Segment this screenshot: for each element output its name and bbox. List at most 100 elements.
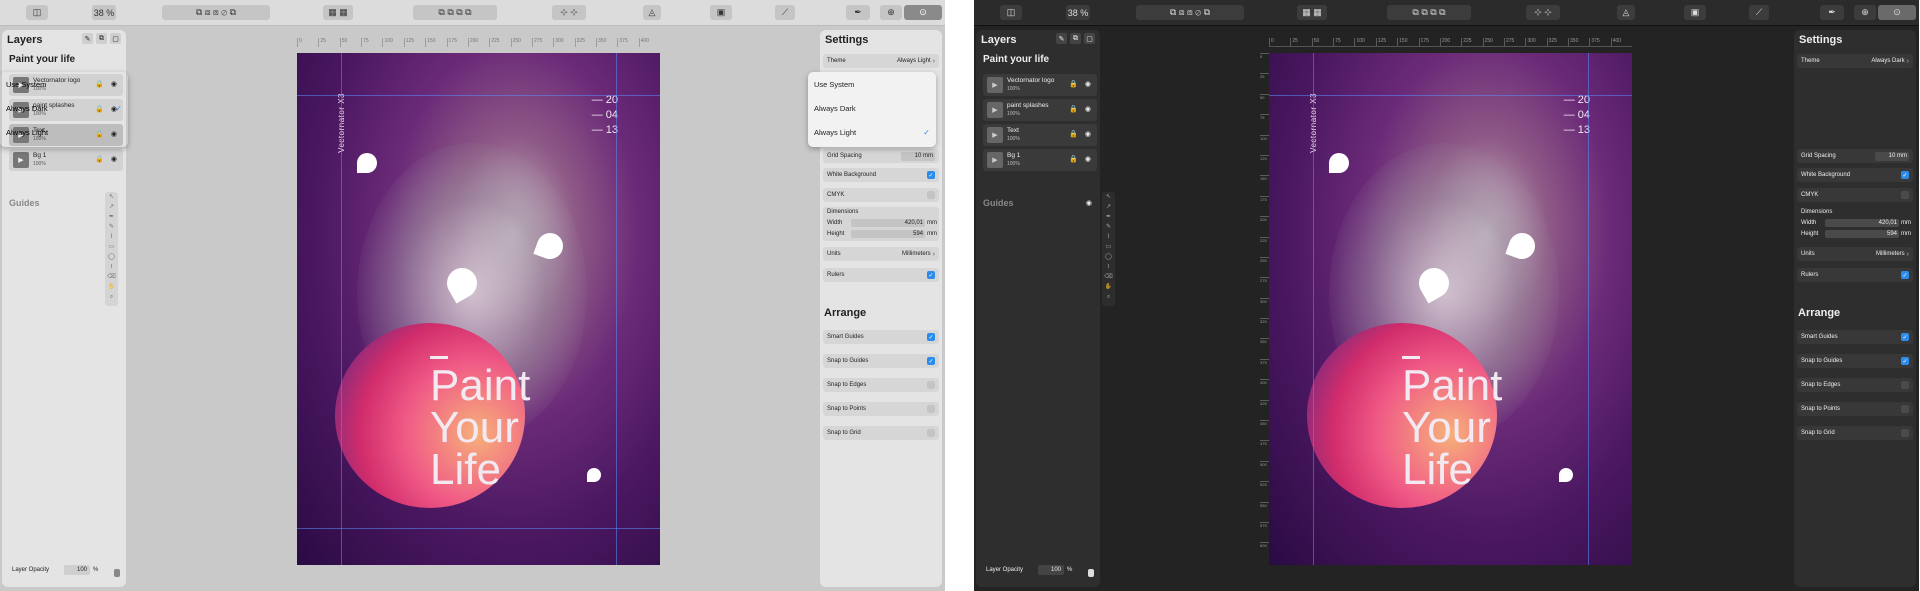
select-tool-icon[interactable]: ↖ — [105, 192, 118, 202]
rulers-checkbox[interactable]: ✓ — [1901, 271, 1909, 279]
menu-item-use-system[interactable]: Use System — [0, 72, 128, 96]
snap-edges-checkbox[interactable] — [927, 381, 935, 389]
image-icon[interactable]: ▣ — [1684, 5, 1706, 20]
layers-toggle-icon[interactable]: ◫ — [1000, 5, 1022, 20]
lock-icon[interactable]: 🔒 — [95, 155, 104, 163]
guide-line[interactable] — [341, 53, 342, 565]
lock-icon[interactable]: 🔒 — [1069, 105, 1078, 113]
shape-tool-icon[interactable]: ▭ — [105, 242, 118, 252]
eye-icon[interactable]: ◉ — [1085, 130, 1091, 138]
lock-icon[interactable]: 🔒 — [1069, 155, 1078, 163]
path-icon[interactable]: ⟋ — [1749, 5, 1769, 20]
image-icon[interactable]: ▣ — [710, 5, 732, 20]
snap-edges-checkbox[interactable] — [1901, 381, 1909, 389]
layer-row[interactable]: ▶ Bg 1 100% 🔒 ◉ — [983, 149, 1097, 171]
layer-opacity-input[interactable]: 100 — [64, 565, 90, 575]
play-icon[interactable]: ▶ — [987, 152, 1003, 168]
brush-tool-icon[interactable]: ⌇ — [105, 232, 118, 242]
smart-guides-checkbox[interactable]: ✓ — [1901, 333, 1909, 341]
eye-icon[interactable]: ◉ — [1085, 80, 1091, 88]
path-icon[interactable]: ⟋ — [775, 5, 795, 20]
artboard-canvas[interactable]: Vectornator X3 20 04 13 Paint Your Life — [297, 53, 660, 565]
zoom-tool-icon[interactable]: ⌕ — [1102, 292, 1115, 302]
grid-spacing-input[interactable]: 10 mm — [901, 151, 935, 161]
guide-line[interactable] — [1313, 53, 1314, 565]
text-tool-icon[interactable]: T — [105, 262, 118, 272]
theme-row[interactable]: Theme Always Light › — [823, 54, 939, 68]
cmyk-checkbox[interactable] — [927, 191, 935, 199]
layer-row[interactable]: ▶ paint splashes 100% 🔒 ◉ — [983, 99, 1097, 121]
layer-opacity-input[interactable]: 100 — [1038, 565, 1064, 575]
ellipse-tool-icon[interactable]: ◯ — [105, 252, 118, 262]
eye-icon[interactable]: ◉ — [111, 155, 117, 163]
pen-tool-icon[interactable]: ✒ — [105, 212, 118, 222]
height-input[interactable]: 594 — [851, 229, 925, 238]
play-icon[interactable]: ▶ — [987, 77, 1003, 93]
menu-item-always-dark[interactable]: Always Dark ✓ — [0, 96, 128, 120]
arrange-group[interactable]: ⧉ ⧉ ⧉ ⧉ — [413, 5, 497, 20]
white-background-checkbox[interactable]: ✓ — [927, 171, 935, 179]
snap-points-checkbox[interactable] — [1901, 405, 1909, 413]
width-input[interactable]: 420,01 — [1825, 218, 1899, 227]
pencil-tool-icon[interactable]: ✎ — [105, 222, 118, 232]
lock-icon[interactable]: 🔒 — [1069, 80, 1078, 88]
node-tool-icon[interactable]: ↗ — [1102, 202, 1115, 212]
units-row[interactable]: Units Millimeters › — [1797, 247, 1913, 261]
pen-mode-icon[interactable]: ✒ — [1820, 5, 1844, 20]
hand-tool-icon[interactable]: ✋ — [105, 282, 118, 292]
guide-line[interactable] — [1269, 95, 1632, 96]
opacity-slider-handle[interactable] — [1088, 569, 1094, 577]
snap-guides-checkbox[interactable]: ✓ — [1901, 357, 1909, 365]
pencil-tool-icon[interactable]: ✎ — [1102, 222, 1115, 232]
add-icon[interactable]: ⊕ — [880, 5, 902, 20]
hand-tool-icon[interactable]: ✋ — [1102, 282, 1115, 292]
snap-guides-checkbox[interactable]: ✓ — [927, 357, 935, 365]
guide-line[interactable] — [616, 53, 617, 565]
menu-item-always-light[interactable]: Always Light — [0, 120, 128, 144]
trash-icon[interactable]: ▢ — [110, 33, 121, 44]
mask-icon[interactable]: ◬ — [643, 5, 661, 20]
layer-row[interactable]: ▶ Bg 1 100% 🔒 ◉ — [9, 149, 123, 171]
guides-eye-icon[interactable]: ◉ — [1086, 199, 1092, 207]
rulers-checkbox[interactable]: ✓ — [927, 271, 935, 279]
guide-line[interactable] — [297, 95, 660, 96]
cmyk-checkbox[interactable] — [1901, 191, 1909, 199]
eraser-tool-icon[interactable]: ⌫ — [105, 272, 118, 282]
grid-spacing-input[interactable]: 10 mm — [1875, 151, 1909, 161]
snap-grid-checkbox[interactable] — [1901, 429, 1909, 437]
layers-toggle-icon[interactable]: ◫ — [26, 5, 48, 20]
pen-tool-icon[interactable]: ✒ — [1102, 212, 1115, 222]
snap-points-checkbox[interactable] — [927, 405, 935, 413]
node-tool-icon[interactable]: ↗ — [105, 202, 118, 212]
mask-icon[interactable]: ◬ — [1617, 5, 1635, 20]
pencil-icon[interactable]: ✎ — [82, 33, 93, 44]
height-input[interactable]: 594 — [1825, 229, 1899, 238]
arrange-group[interactable]: ⧉ ⧉ ⧉ ⧉ — [1387, 5, 1471, 20]
width-input[interactable]: 420,01 — [851, 218, 925, 227]
zoom-tool-icon[interactable]: ⌕ — [105, 292, 118, 302]
play-icon[interactable]: ▶ — [987, 127, 1003, 143]
guide-line[interactable] — [297, 528, 660, 529]
zoom-level[interactable]: 38 % — [92, 5, 116, 20]
lock-icon[interactable]: 🔒 — [1069, 130, 1078, 138]
ellipse-tool-icon[interactable]: ◯ — [1102, 252, 1115, 262]
smart-guides-checkbox[interactable]: ✓ — [927, 333, 935, 341]
guide-line[interactable] — [1588, 53, 1589, 565]
eye-icon[interactable]: ◉ — [1085, 105, 1091, 113]
snap-grid-checkbox[interactable] — [927, 429, 935, 437]
zoom-level[interactable]: 38 % — [1066, 5, 1090, 20]
boolean-tools-group[interactable]: ⧉ ⧈ ⧇ ⊘ ⧉ — [162, 5, 270, 20]
layer-row[interactable]: ▶ Text 100% 🔒 ◉ — [983, 124, 1097, 146]
duplicate-icon[interactable]: ⧉ — [1070, 33, 1081, 44]
eye-icon[interactable]: ◉ — [1085, 155, 1091, 163]
white-background-checkbox[interactable]: ✓ — [1901, 171, 1909, 179]
align-group[interactable]: ▦ ▦ — [1297, 5, 1327, 20]
distribute-group[interactable]: ⊹ ⊹ — [552, 5, 586, 20]
trash-icon[interactable]: ▢ — [1084, 33, 1095, 44]
brush-tool-icon[interactable]: ⌇ — [1102, 232, 1115, 242]
select-tool-icon[interactable]: ↖ — [1102, 192, 1115, 202]
play-icon[interactable]: ▶ — [987, 102, 1003, 118]
settings-icon[interactable]: ⊙ — [1878, 5, 1916, 20]
distribute-group[interactable]: ⊹ ⊹ — [1526, 5, 1560, 20]
artboard-canvas[interactable]: Vectornator X3 20 04 13 Paint Your Life — [1269, 53, 1632, 565]
